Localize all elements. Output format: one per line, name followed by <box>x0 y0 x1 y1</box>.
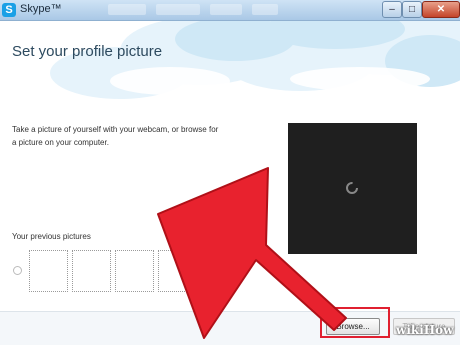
red-arrow-annotation <box>157 167 347 339</box>
wikihow-watermark: wikiHow <box>396 323 454 337</box>
